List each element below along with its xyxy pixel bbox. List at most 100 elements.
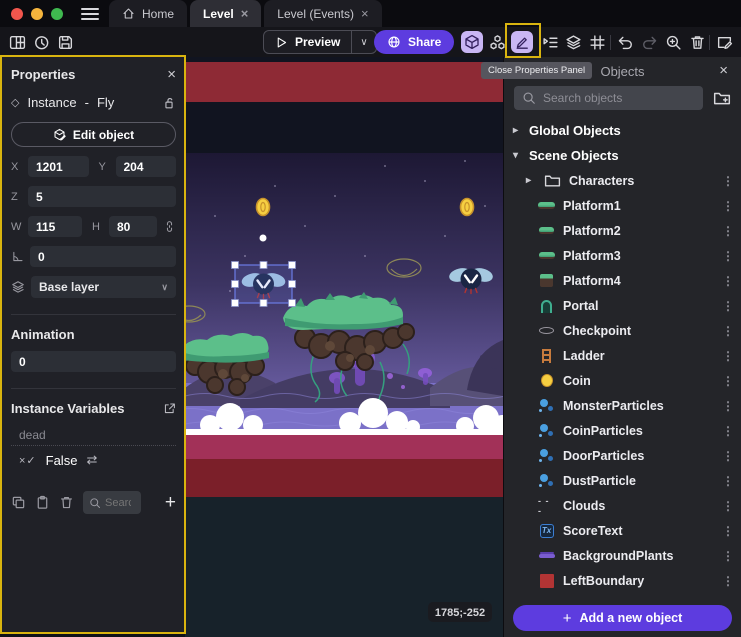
object-row-coinparticles[interactable]: CoinParticles ⋮	[504, 418, 741, 443]
group-global-objects[interactable]: ▸ Global Objects	[504, 118, 741, 143]
close-window-button[interactable]	[11, 8, 23, 20]
object-row-coin[interactable]: Coin ⋮	[504, 368, 741, 393]
object-row-scoretext[interactable]: Tx ScoreText ⋮	[504, 518, 741, 543]
open-external-icon[interactable]	[163, 402, 176, 415]
variables-search-input[interactable]	[105, 497, 131, 509]
object-row-platform2[interactable]: Platform2 ⋮	[504, 218, 741, 243]
3d-cube-icon[interactable]	[461, 31, 483, 53]
preview-button[interactable]: Preview	[264, 35, 351, 49]
height-label: H	[92, 221, 103, 233]
object-row-doorparticles[interactable]: DoorParticles ⋮	[504, 443, 741, 468]
kebab-menu-icon[interactable]: ⋮	[722, 174, 734, 188]
kebab-menu-icon[interactable]: ⋮	[722, 424, 734, 438]
minimize-window-button[interactable]	[31, 8, 43, 20]
add-folder-icon[interactable]	[713, 89, 731, 107]
layer-select[interactable]: Base layer ∨	[31, 276, 176, 298]
z-field[interactable]	[28, 186, 176, 207]
zoom-in-icon[interactable]	[662, 31, 684, 53]
close-properties-icon[interactable]: ×	[167, 67, 176, 82]
undo-icon[interactable]	[614, 31, 636, 53]
svg-text:1785;-252: 1785;-252	[435, 607, 485, 619]
kebab-menu-icon[interactable]: ⋮	[722, 299, 734, 313]
paste-icon[interactable]	[35, 495, 50, 510]
object-row-backgroundplants[interactable]: BackgroundPlants ⋮	[504, 543, 741, 568]
group-label: Global Objects	[529, 123, 621, 138]
width-field[interactable]	[28, 216, 82, 237]
kebab-menu-icon[interactable]: ⋮	[722, 374, 734, 388]
object-row-portal[interactable]: Portal ⋮	[504, 293, 741, 318]
tab-level[interactable]: Level ×	[190, 0, 261, 27]
objects-search-input[interactable]	[543, 91, 695, 105]
tab-home[interactable]: Home	[109, 0, 187, 27]
close-tab-icon[interactable]: ×	[241, 7, 249, 20]
instance-variables-title: Instance Variables	[11, 401, 124, 416]
object-row-checkpoint[interactable]: Checkpoint ⋮	[504, 318, 741, 343]
objects-groups-icon[interactable]	[486, 31, 508, 53]
panels-icon[interactable]	[6, 31, 28, 53]
object-row-ladder[interactable]: Ladder ⋮	[504, 343, 741, 368]
grid-icon[interactable]	[586, 31, 608, 53]
variables-search[interactable]	[83, 491, 141, 514]
kebab-menu-icon[interactable]: ⋮	[722, 199, 734, 213]
object-row-platform4[interactable]: Platform4 ⋮	[504, 268, 741, 293]
object-label: Characters	[569, 174, 634, 188]
preview-options-chevron[interactable]: ∨	[351, 31, 375, 53]
object-row-platform3[interactable]: Platform3 ⋮	[504, 243, 741, 268]
object-row-characters[interactable]: ▸ Characters ⋮	[504, 168, 741, 193]
object-row-clouds[interactable]: - - - Clouds ⋮	[504, 493, 741, 518]
add-new-object-button[interactable]: + Add a new object	[513, 605, 732, 631]
x-field[interactable]	[28, 156, 89, 177]
swap-value-icon[interactable]: ⇄	[86, 452, 97, 468]
kebab-menu-icon[interactable]: ⋮	[722, 324, 734, 338]
object-row-monsterparticles[interactable]: MonsterParticles ⋮	[504, 393, 741, 418]
kebab-menu-icon[interactable]: ⋮	[722, 224, 734, 238]
kebab-menu-icon[interactable]: ⋮	[722, 474, 734, 488]
redo-icon[interactable]	[638, 31, 660, 53]
edit-icon	[53, 128, 66, 141]
object-label: Platform2	[563, 224, 621, 238]
layers-icon[interactable]	[562, 31, 584, 53]
main-menu-icon[interactable]	[81, 8, 99, 20]
height-field[interactable]	[109, 216, 157, 237]
events-sheet-icon[interactable]	[713, 31, 735, 53]
scene-canvas[interactable]: 1785;-252	[185, 56, 503, 637]
group-scene-objects[interactable]: ▾ Scene Objects	[504, 143, 741, 168]
kebab-menu-icon[interactable]: ⋮	[722, 449, 734, 463]
save-icon[interactable]	[54, 31, 76, 53]
variable-name[interactable]: dead	[11, 424, 176, 446]
object-row-dustparticle[interactable]: DustParticle ⋮	[504, 468, 741, 493]
checkpoint-icon	[539, 327, 554, 334]
kebab-menu-icon[interactable]: ⋮	[722, 399, 734, 413]
delete-variable-icon[interactable]	[59, 495, 74, 510]
kebab-menu-icon[interactable]: ⋮	[722, 349, 734, 363]
edit-object-button[interactable]: Edit object	[11, 122, 176, 147]
animation-field[interactable]	[11, 351, 176, 372]
unlink-ratio-icon[interactable]	[163, 220, 176, 233]
kebab-menu-icon[interactable]: ⋮	[722, 524, 734, 538]
kebab-menu-icon[interactable]: ⋮	[722, 249, 734, 263]
object-row-platform1[interactable]: Platform1 ⋮	[504, 193, 741, 218]
rotate-handle[interactable]	[260, 235, 267, 242]
home-icon	[122, 7, 135, 20]
y-field[interactable]	[116, 156, 177, 177]
trash-icon[interactable]	[686, 31, 708, 53]
maximize-window-button[interactable]	[51, 8, 63, 20]
properties-pencil-icon[interactable]	[511, 31, 533, 53]
tab-level-events[interactable]: Level (Events) ×	[264, 0, 381, 27]
kebab-menu-icon[interactable]: ⋮	[722, 499, 734, 513]
angle-field[interactable]	[30, 246, 176, 267]
instances-list-icon[interactable]	[539, 31, 561, 53]
object-row-leftboundary[interactable]: LeftBoundary ⋮	[504, 568, 741, 593]
close-tab-icon[interactable]: ×	[361, 7, 369, 20]
kebab-menu-icon[interactable]: ⋮	[722, 549, 734, 563]
close-objects-icon[interactable]: ×	[719, 63, 728, 78]
variable-value-row[interactable]: ×✓ False ⇄	[11, 446, 176, 472]
kebab-menu-icon[interactable]: ⋮	[722, 274, 734, 288]
history-icon[interactable]	[30, 31, 52, 53]
objects-search[interactable]	[514, 86, 703, 110]
copy-icon[interactable]	[11, 495, 26, 510]
share-button[interactable]: Share	[374, 30, 454, 54]
unlock-icon[interactable]	[162, 96, 176, 110]
add-variable-button[interactable]: +	[165, 493, 176, 512]
kebab-menu-icon[interactable]: ⋮	[722, 574, 734, 588]
